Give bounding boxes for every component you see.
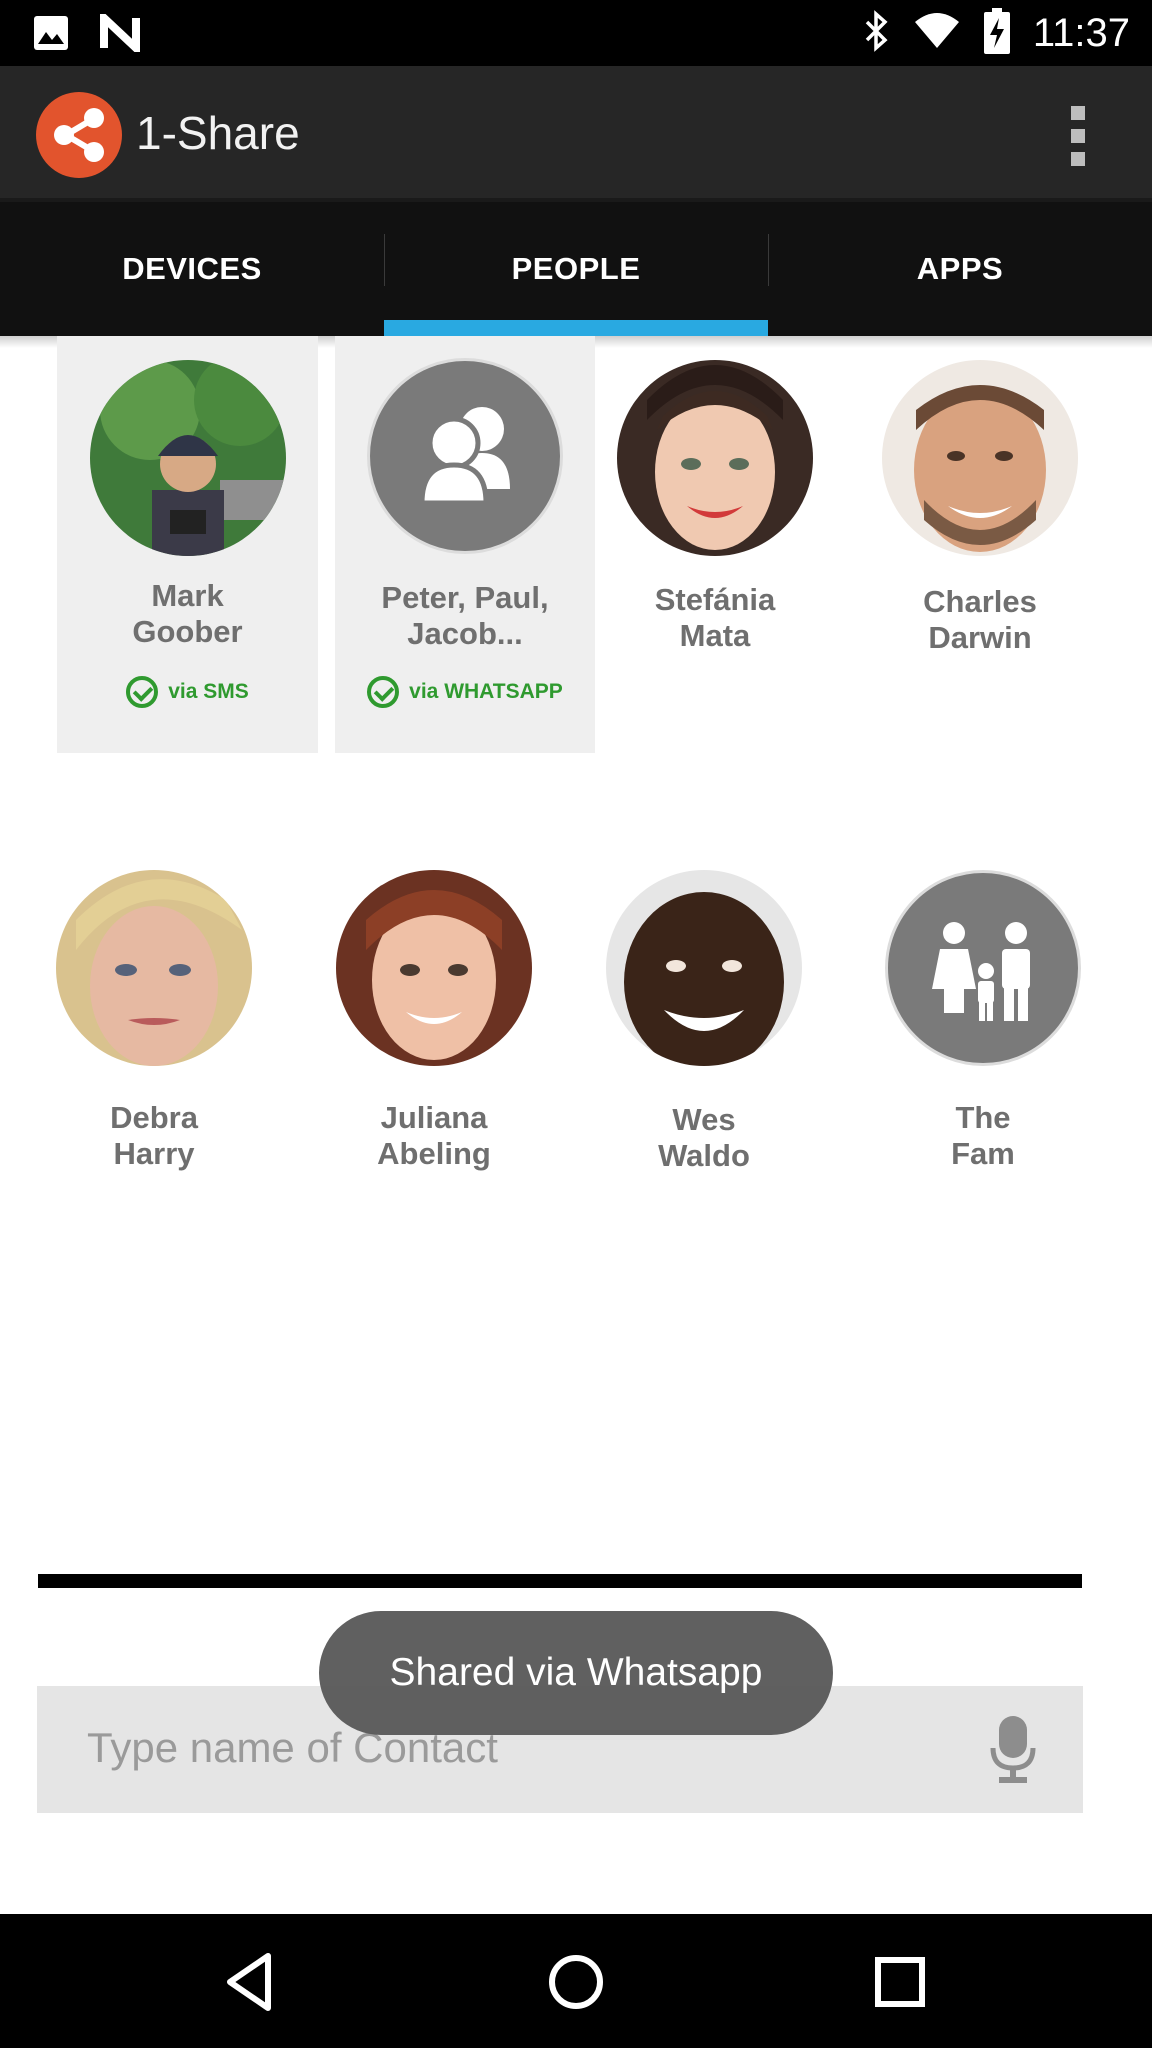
contact-card-stefania-mata[interactable]: Stefánia Mata [580, 336, 850, 753]
contact-card-juliana-abeling[interactable]: Juliana Abeling [299, 848, 569, 1178]
image-notification-icon [32, 14, 70, 57]
contact-name: Debra Harry [110, 1100, 198, 1171]
home-icon[interactable] [538, 1944, 614, 2020]
tab-bar: DEVICES PEOPLE APPS [0, 202, 1152, 336]
n-notification-icon [100, 8, 144, 58]
contact-card-peter-paul-jacob[interactable]: Peter, Paul, Jacob... via WHATSAPP [335, 336, 595, 753]
app-bar: 1-Share [0, 66, 1152, 202]
group-icon [367, 358, 563, 554]
avatar [56, 870, 252, 1066]
toast-message: Shared via Whatsapp [319, 1611, 833, 1735]
tab-devices[interactable]: DEVICES [0, 202, 384, 336]
contact-name: The Fam [951, 1100, 1015, 1171]
contact-card-the-fam[interactable]: The Fam [848, 848, 1118, 1178]
contact-name: Wes Waldo [658, 1102, 750, 1173]
microphone-icon[interactable] [989, 1714, 1037, 1786]
app-title: 1-Share [136, 107, 300, 159]
shared-status-badge: via WHATSAPP [335, 676, 595, 708]
clock: 11:37 [1032, 10, 1130, 55]
contact-card-charles-darwin[interactable]: Charles Darwin [845, 336, 1115, 753]
avatar [617, 360, 813, 556]
back-icon[interactable] [214, 1944, 290, 2020]
divider [38, 1574, 1082, 1588]
avatar [606, 870, 802, 1066]
contact-name: Mark Goober [132, 578, 243, 649]
contact-name: Peter, Paul, Jacob... [381, 580, 549, 651]
share-icon[interactable] [36, 92, 122, 178]
contact-card-wes-waldo[interactable]: Wes Waldo [569, 848, 839, 1178]
overflow-menu-icon[interactable] [1066, 106, 1090, 166]
contact-card-debra-harry[interactable]: Debra Harry [19, 848, 289, 1178]
shared-status-badge: via SMS [57, 676, 318, 708]
avatar [336, 870, 532, 1066]
bluetooth-icon [863, 9, 891, 57]
battery-charging-icon [983, 7, 1011, 59]
contact-name: Juliana Abeling [377, 1100, 491, 1171]
tab-people[interactable]: PEOPLE [384, 202, 768, 336]
contact-name: Stefánia Mata [654, 582, 776, 653]
check-circle-icon [367, 676, 400, 708]
system-nav-bar [0, 1914, 1152, 2048]
family-icon [885, 870, 1081, 1066]
recents-icon[interactable] [862, 1944, 938, 2020]
wifi-icon [913, 12, 961, 55]
avatar [89, 360, 286, 556]
contact-card-mark-goober[interactable]: Mark Goober via SMS [57, 336, 318, 753]
check-circle-icon [126, 676, 159, 708]
status-bar: 11:37 [0, 0, 1152, 66]
avatar [882, 360, 1078, 556]
tab-apps[interactable]: APPS [768, 202, 1152, 336]
contact-name: Charles Darwin [923, 584, 1037, 655]
